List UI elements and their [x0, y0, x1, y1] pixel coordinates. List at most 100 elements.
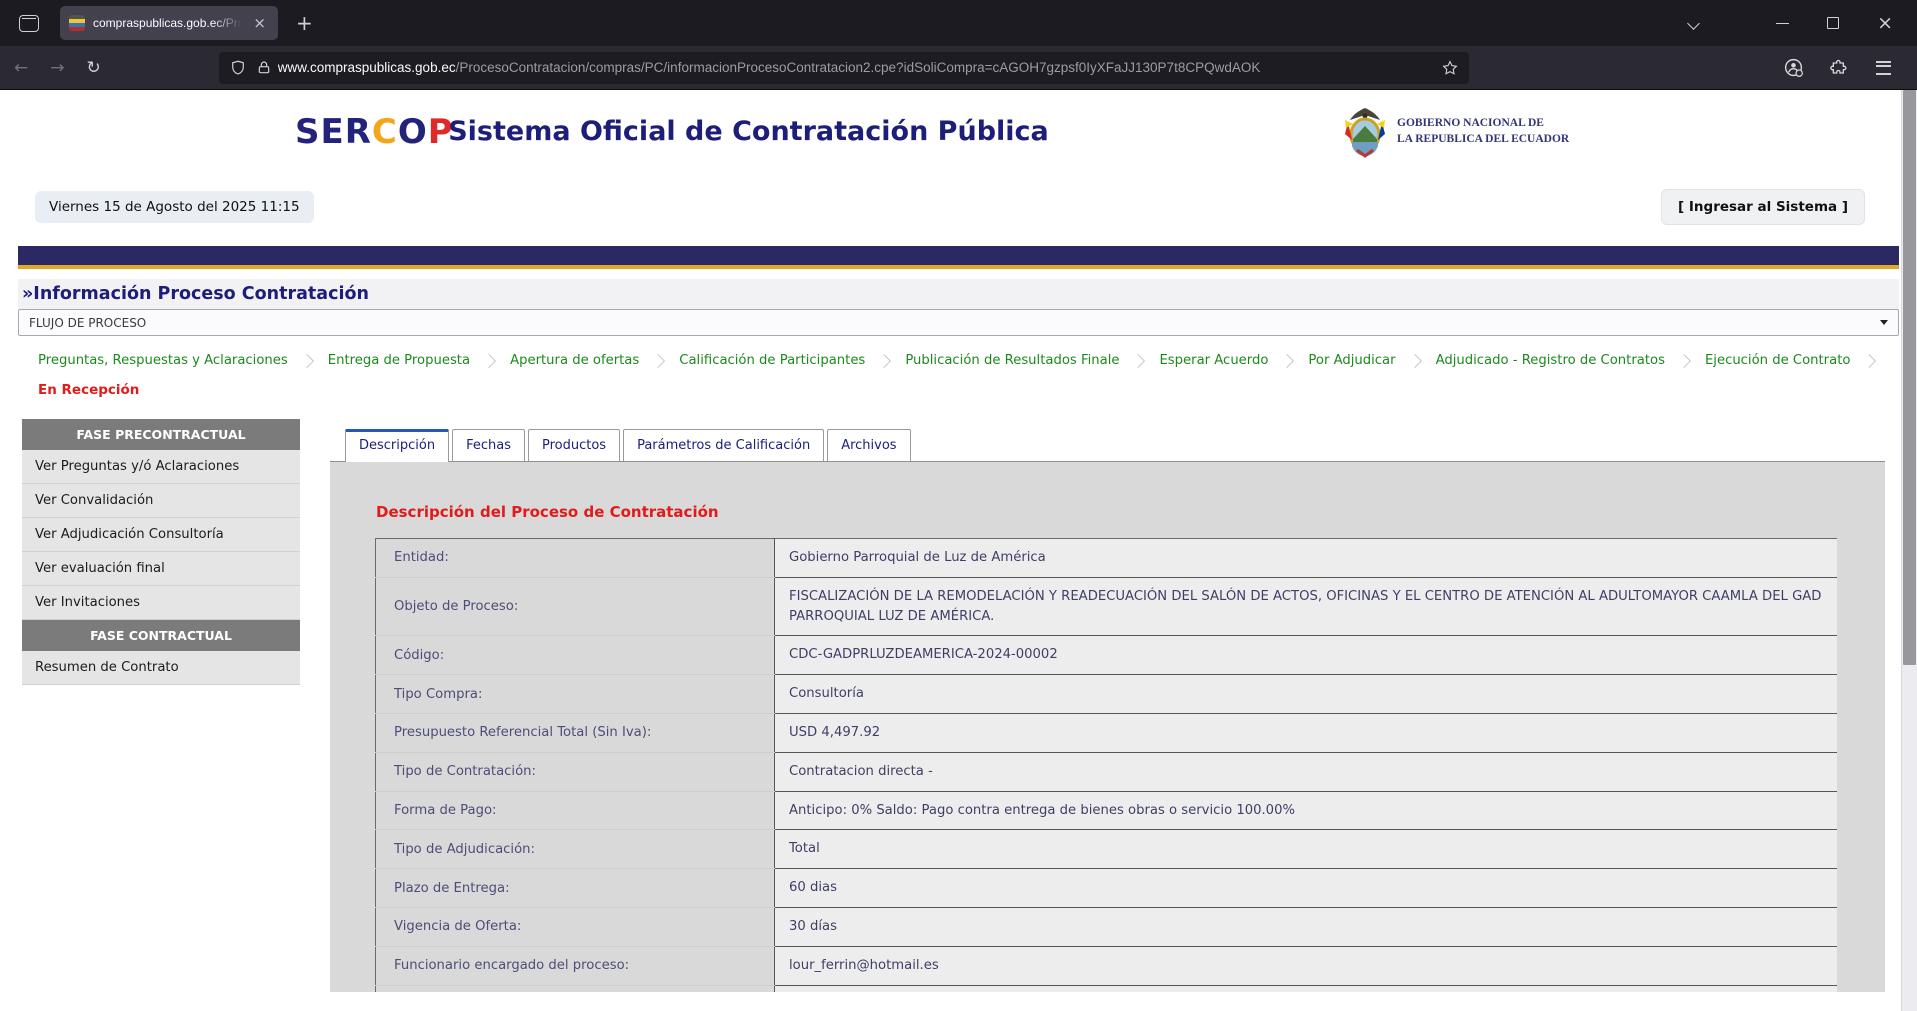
gov-line1: GOBIERNO NACIONAL DE	[1397, 116, 1569, 132]
url-host: www.compraspublicas.gob.ec	[278, 60, 456, 75]
stage-link[interactable]: Preguntas, Respuestas y Aclaraciones	[38, 353, 288, 368]
tab-parametros[interactable]: Parámetros de Calificación	[623, 429, 824, 461]
menu-bar-strip	[18, 246, 1899, 269]
phase-sidebar: FASE PRECONTRACTUAL Ver Preguntas y/ó Ac…	[22, 419, 300, 685]
stage-link[interactable]: Apertura de ofertas	[510, 353, 639, 368]
url-path: /ProcesoContratacion/compras/PC/informac…	[456, 60, 1261, 75]
process-flow-select[interactable]: FLUJO DE PROCESO	[18, 309, 1899, 336]
ecuador-coat-of-arms-icon	[1343, 106, 1387, 158]
table-row: Funcionario encargado del proceso: lour_…	[376, 946, 1838, 985]
chevron-right-icon	[300, 353, 314, 367]
menu-hamburger-icon[interactable]	[1876, 61, 1891, 75]
table-row: Tipo Compra: Consultoría	[376, 675, 1838, 714]
row-value: 30 días	[775, 907, 1838, 946]
firefox-view-button[interactable]	[12, 7, 46, 39]
row-value: CDC-GADPRLUZDEAMERICA-2024-00002	[775, 636, 1838, 675]
forward-icon[interactable]: →	[42, 54, 72, 82]
close-button[interactable]: ×	[1877, 14, 1893, 33]
list-tabs-chevron-icon[interactable]	[1687, 17, 1700, 30]
back-icon[interactable]: ←	[6, 54, 36, 82]
table-row: Presupuesto Referencial Total (Sin Iva):…	[376, 713, 1838, 752]
row-label: Objeto de Proceso:	[376, 577, 775, 636]
tab-archivos[interactable]: Archivos	[827, 429, 910, 461]
stage-link[interactable]: Por Adjudicar	[1308, 353, 1395, 368]
table-row: Vigencia de Oferta: 30 días	[376, 907, 1838, 946]
row-label: Tipo de Adjudicación:	[376, 830, 775, 869]
process-stage-breadcrumb: Preguntas, Respuestas y Aclaraciones Ent…	[38, 353, 1897, 368]
table-row-estado: Estado del Proceso: En Recepción	[376, 985, 1838, 992]
sidebar-item-ver-invitaciones[interactable]: Ver Invitaciones	[22, 586, 300, 620]
row-label: Tipo de Contratación:	[376, 752, 775, 791]
scrollbar-thumb[interactable]	[1903, 90, 1916, 665]
content-columns: FASE PRECONTRACTUAL Ver Preguntas y/ó Ac…	[0, 398, 1917, 992]
sidebar-item-ver-evaluacion[interactable]: Ver evaluación final	[22, 552, 300, 586]
table-row: Tipo de Contratación: Contratacion direc…	[376, 752, 1838, 791]
tab-productos[interactable]: Productos	[528, 429, 620, 461]
row-value: En Recepción	[775, 985, 1838, 992]
stage-link[interactable]: Entrega de Propuesta	[328, 353, 470, 368]
stage-link[interactable]: Calificación de Participantes	[679, 353, 865, 368]
row-label: Estado del Proceso:	[376, 985, 775, 992]
description-pane: Descripción del Proceso de Contratación …	[330, 461, 1885, 992]
table-row: Código: CDC-GADPRLUZDEAMERICA-2024-00002	[376, 636, 1838, 675]
login-button[interactable]: [ Ingresar al Sistema ]	[1661, 189, 1865, 225]
shield-icon[interactable]	[229, 59, 247, 77]
table-row: Plazo de Entrega: 60 dias	[376, 869, 1838, 908]
row-value: 60 dias	[775, 869, 1838, 908]
chevron-right-icon	[1407, 353, 1421, 367]
row-value: USD 4,497.92	[775, 713, 1838, 752]
row-value: Gobierno Parroquial de Luz de América	[775, 539, 1838, 578]
window-controls: ×	[1689, 14, 1917, 33]
tab-descripcion[interactable]: Descripción	[345, 429, 449, 462]
section-title: »Información Proceso Contratación	[18, 279, 1899, 309]
minimize-button[interactable]	[1776, 23, 1789, 24]
row-label: Tipo Compra:	[376, 675, 775, 714]
navigation-bar: ← → ↻ www.compraspublicas.gob.ec/Proceso…	[0, 46, 1917, 90]
new-tab-button[interactable]: +	[290, 11, 319, 35]
stage-link[interactable]: Ejecución de Contrato	[1705, 353, 1850, 368]
table-row: Entidad: Gobierno Parroquial de Luz de A…	[376, 539, 1838, 578]
row-value: Consultoría	[775, 675, 1838, 714]
sidebar-item-resumen-contrato[interactable]: Resumen de Contrato	[22, 651, 300, 685]
sidebar-section-header: FASE PRECONTRACTUAL	[22, 419, 300, 450]
chevron-right-icon	[1280, 353, 1294, 367]
sidebar-section-header: FASE CONTRACTUAL	[22, 620, 300, 651]
toolbar-icons	[1783, 57, 1917, 78]
sidebar-item-ver-convalidacion[interactable]: Ver Convalidación	[22, 484, 300, 518]
address-bar[interactable]: www.compraspublicas.gob.ec/ProcesoContra…	[219, 52, 1469, 84]
bookmark-star-icon[interactable]	[1441, 59, 1459, 77]
lock-icon[interactable]	[256, 60, 272, 76]
row-value: FISCALIZACIÓN DE LA REMODELACIÓN Y READE…	[775, 577, 1838, 636]
process-status-badge: En Recepción	[38, 382, 1917, 398]
tab-fechas[interactable]: Fechas	[452, 429, 525, 461]
sidebar-item-ver-preguntas[interactable]: Ver Preguntas y/ó Aclaraciones	[22, 450, 300, 484]
browser-tab[interactable]: compraspublicas.gob.ec/Proces ×	[60, 6, 278, 40]
reload-icon[interactable]: ↻	[79, 54, 109, 82]
table-row: Forma de Pago: Anticipo: 0% Saldo: Pago …	[376, 791, 1838, 830]
chevron-right-icon	[482, 353, 496, 367]
tab-title: compraspublicas.gob.ec/Proces	[93, 16, 242, 30]
row-label: Forma de Pago:	[376, 791, 775, 830]
row-label: Entidad:	[376, 539, 775, 578]
table-row: Tipo de Adjudicación: Total	[376, 830, 1838, 869]
row-label: Plazo de Entrega:	[376, 869, 775, 908]
row-value: Contratacion directa -	[775, 752, 1838, 791]
current-datetime: Viernes 15 de Agosto del 2025 11:15	[35, 191, 314, 223]
vertical-scrollbar[interactable]	[1901, 90, 1917, 1011]
account-icon[interactable]	[1783, 57, 1804, 78]
detail-tabs: Descripción Fechas Productos Parámetros …	[330, 429, 1885, 461]
row-label: Funcionario encargado del proceso:	[376, 946, 775, 985]
restore-button[interactable]	[1827, 17, 1839, 29]
extensions-puzzle-icon[interactable]	[1830, 58, 1850, 78]
stage-link[interactable]: Adjudicado - Registro de Contratos	[1436, 353, 1665, 368]
tab-close-icon[interactable]: ×	[250, 14, 269, 33]
sidebar-item-ver-adjudicacion[interactable]: Ver Adjudicación Consultoría	[22, 518, 300, 552]
page-title: Sistema Oficial de Contratación Pública	[0, 116, 1497, 147]
stage-link[interactable]: Esperar Acuerdo	[1159, 353, 1268, 368]
firefox-view-icon	[19, 15, 39, 32]
government-label: GOBIERNO NACIONAL DE LA REPUBLICA DEL EC…	[1397, 116, 1569, 147]
chevron-right-icon	[1677, 353, 1691, 367]
main-panel: Descripción Fechas Productos Parámetros …	[330, 398, 1885, 992]
stage-link[interactable]: Publicación de Resultados Finale	[905, 353, 1119, 368]
government-brand: GOBIERNO NACIONAL DE LA REPUBLICA DEL EC…	[1343, 106, 1569, 158]
